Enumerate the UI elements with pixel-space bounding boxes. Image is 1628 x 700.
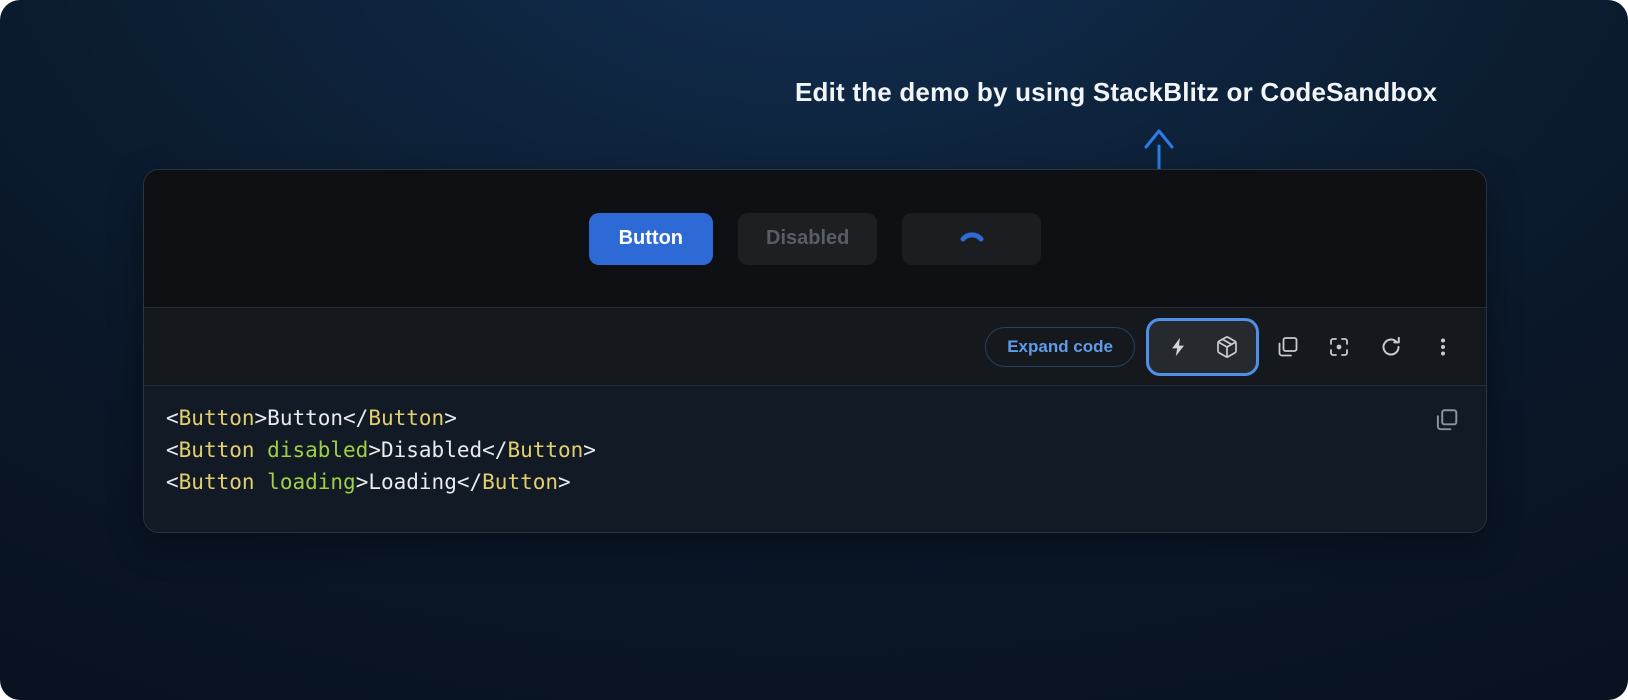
code-line: <Button>Button</Button> [166, 402, 1462, 434]
expand-code-button[interactable]: Expand code [985, 327, 1135, 367]
demo-primary-button[interactable]: Button [589, 213, 713, 265]
code-line: <Button loading>Loading</Button> [166, 466, 1462, 498]
code-block: <Button>Button</Button><Button disabled>… [166, 402, 1462, 498]
stackblitz-lightning-icon[interactable] [1167, 335, 1191, 359]
isolate-demo-icon[interactable] [1327, 335, 1351, 359]
annotation-text: Edit the demo by using StackBlitz or Cod… [795, 77, 1437, 108]
loading-spinner-icon [957, 226, 987, 242]
code-panel: <Button>Button</Button><Button disabled>… [144, 386, 1486, 532]
demo-page-background: Edit the demo by using StackBlitz or Cod… [0, 0, 1628, 700]
demo-loading-button[interactable] [902, 213, 1041, 265]
component-demo-card: Button Disabled Expand code [143, 169, 1487, 533]
refresh-icon[interactable] [1379, 335, 1403, 359]
code-line: <Button disabled>Disabled</Button> [166, 434, 1462, 466]
demo-toolbar: Expand code [144, 307, 1486, 386]
more-menu-icon[interactable] [1431, 335, 1455, 359]
edit-demo-icon-group [1146, 318, 1259, 376]
demo-preview-area: Button Disabled [144, 170, 1486, 307]
copy-code-icon[interactable] [1432, 406, 1460, 434]
demo-disabled-button[interactable]: Disabled [738, 213, 877, 265]
copy-demo-icon[interactable] [1275, 335, 1299, 359]
codesandbox-box-icon[interactable] [1215, 335, 1239, 359]
